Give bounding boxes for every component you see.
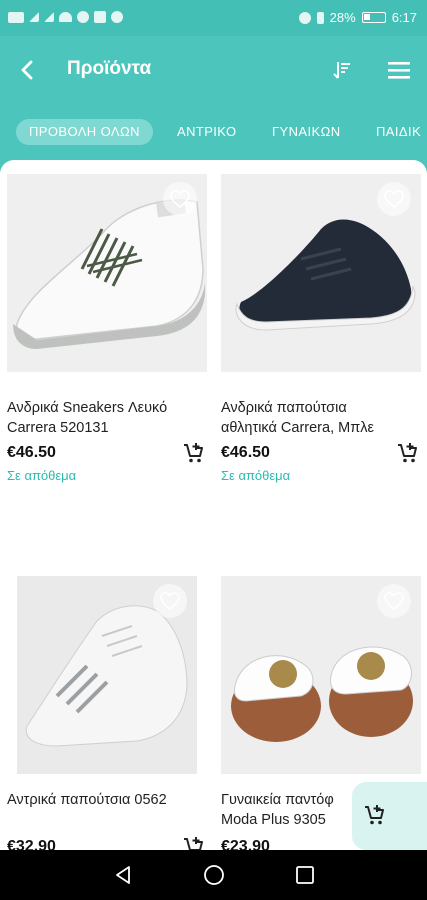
product-name-line-1: Αντρικά παπούτσια 0562 (7, 792, 167, 808)
bluetooth-icon (316, 11, 324, 24)
product-price: €32.90 (7, 838, 56, 850)
settings-status-icon (77, 11, 89, 23)
message-icon (111, 11, 123, 23)
wifi-icon (59, 12, 72, 22)
tab-view-all[interactable]: ΠΡΟΒΟΛΗ ΟΛΩΝ (16, 119, 153, 145)
battery-icon (361, 12, 386, 23)
product-price: €46.50 (221, 444, 270, 461)
alarm-icon (298, 11, 311, 24)
triangle-back-icon (116, 866, 130, 884)
clock: 6:17 (391, 10, 417, 25)
product-image[interactable] (221, 576, 421, 774)
add-to-cart-icon (365, 805, 384, 825)
circle-home-icon (204, 865, 224, 885)
category-tabs: ΠΡΟΒΟΛΗ ΟΛΩΝ ΑΝΤΡΙΚΟ ΓΥΝΑΙΚΩΝ ΠΑΙΔΙΚ (0, 104, 427, 160)
square-recents-icon (296, 866, 314, 884)
favorite-button[interactable] (163, 182, 197, 216)
product-name-line-2: αθλητικά Carrera, Μπλε (221, 420, 374, 436)
status-icons-left (8, 11, 123, 23)
nav-home-button[interactable] (201, 862, 227, 888)
signal-icon-2 (44, 12, 54, 22)
back-arrow-icon (21, 60, 33, 80)
product-price: €23.90 (221, 838, 270, 850)
stock-status: Σε απόθεμα (221, 468, 291, 483)
status-bar: 28% 6:17 (0, 0, 427, 36)
status-icons-right: 28% 6:17 (298, 10, 417, 25)
add-to-cart-button[interactable] (183, 836, 205, 850)
favorite-button[interactable] (153, 584, 187, 618)
product-price: €46.50 (7, 444, 56, 461)
nav-back-button[interactable] (110, 862, 136, 888)
back-button[interactable] (14, 56, 42, 84)
nfc-icon (94, 11, 106, 23)
battery-percent: 28% (329, 10, 356, 25)
product-name-line-2: Carrera 520131 (7, 420, 109, 436)
signal-icon (29, 12, 39, 22)
tab-men[interactable]: ΑΝΤΡΙΚΟ (177, 119, 236, 145)
system-navigation-bar (0, 850, 427, 900)
tab-women[interactable]: ΓΥΝΑΙΚΩΝ (272, 119, 340, 145)
product-image[interactable] (7, 174, 207, 372)
product-image[interactable] (17, 576, 197, 774)
product-card[interactable]: Αντρικά παπούτσια 0562 €32.90 (7, 576, 207, 850)
favorite-button[interactable] (377, 182, 411, 216)
tab-kids[interactable]: ΠΑΙΔΙΚ (376, 119, 421, 145)
product-name-line-1: Ανδρικά παπούτσια (221, 400, 347, 416)
sort-icon (333, 62, 350, 79)
stock-status: Σε απόθεμα (7, 468, 77, 483)
heart-icon (160, 592, 180, 610)
heart-icon (170, 190, 190, 208)
sim-icon (8, 11, 24, 23)
product-image[interactable] (221, 174, 421, 372)
add-to-cart-button[interactable] (183, 442, 205, 464)
add-to-cart-icon (184, 443, 203, 463)
heart-icon (384, 190, 404, 208)
cart-fab-button[interactable] (352, 782, 427, 850)
add-to-cart-button[interactable] (397, 442, 419, 464)
product-name[interactable]: Ανδρικά παπούτσια αθλητικά Carrera, Μπλε (221, 398, 421, 438)
app-bar: Προϊόντα (0, 36, 427, 104)
add-to-cart-icon (184, 837, 203, 850)
menu-button[interactable] (386, 58, 412, 82)
add-to-cart-icon (398, 443, 417, 463)
page-title: Προϊόντα (67, 58, 152, 79)
product-name-line-1: Ανδρικά Sneakers Λευκό (7, 400, 168, 416)
heart-icon (384, 592, 404, 610)
product-card[interactable]: Ανδρικά παπούτσια αθλητικά Carrera, Μπλε… (221, 174, 421, 494)
favorite-button[interactable] (377, 584, 411, 618)
sort-button[interactable] (330, 58, 354, 82)
product-grid: Ανδρικά Sneakers Λευκό Carrera 520131 €4… (0, 160, 427, 850)
product-card[interactable]: Ανδρικά Sneakers Λευκό Carrera 520131 €4… (7, 174, 207, 494)
product-name[interactable]: Ανδρικά Sneakers Λευκό Carrera 520131 (7, 398, 207, 438)
nav-recents-button[interactable] (292, 862, 318, 888)
product-name[interactable]: Αντρικά παπούτσια 0562 (7, 790, 207, 810)
hamburger-menu-icon (388, 62, 410, 79)
